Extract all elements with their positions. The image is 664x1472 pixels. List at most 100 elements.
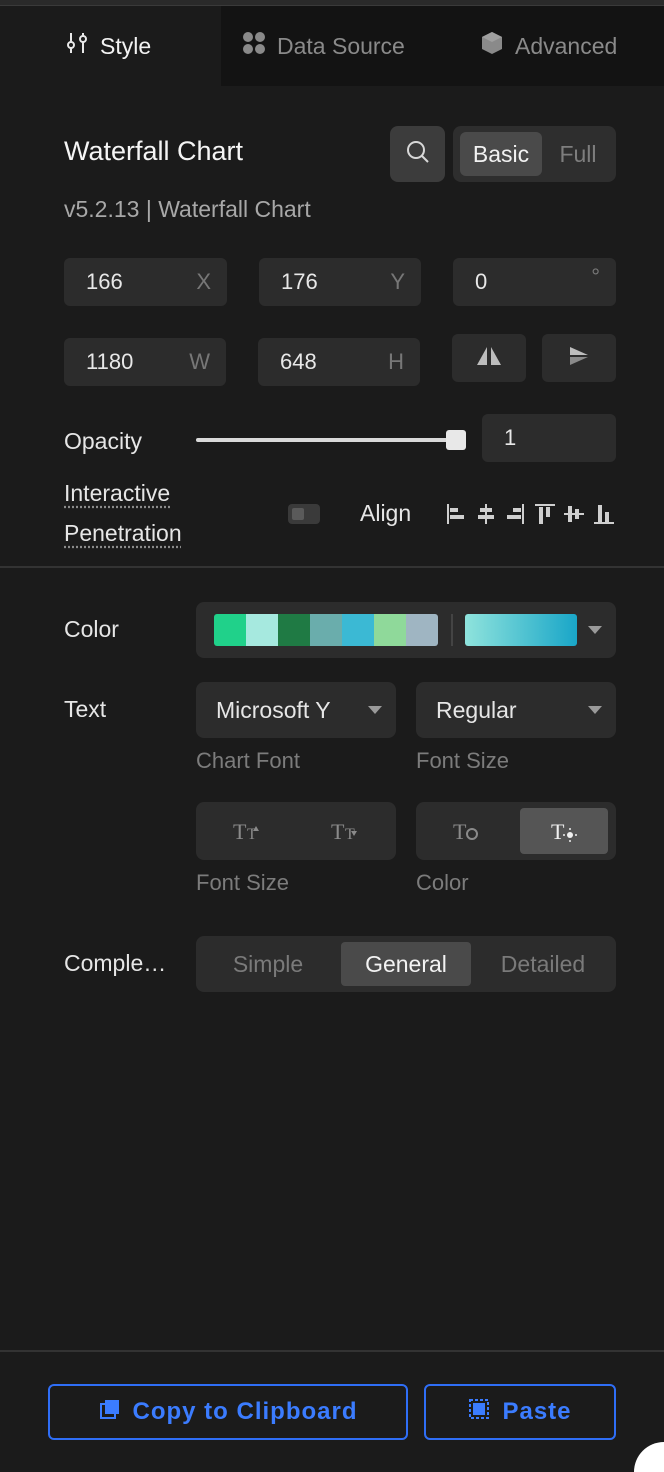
- font-weight-caption: Font Size: [416, 748, 509, 773]
- tab-data-source[interactable]: Data Source: [221, 6, 443, 86]
- flip-horizontal-icon: [476, 345, 502, 372]
- font-family-value: Microsoft Y: [216, 697, 331, 723]
- align-group: [446, 502, 614, 526]
- tab-label: Style: [100, 32, 152, 59]
- font-weight-select[interactable]: Regular: [416, 682, 616, 738]
- palette-swatch: [406, 614, 438, 646]
- svg-text:T: T: [233, 819, 247, 844]
- mode-toggle: Basic Full: [453, 126, 616, 182]
- palette-swatch: [374, 614, 406, 646]
- font-size-caption: Font Size: [196, 870, 289, 895]
- sliders-icon: [64, 30, 90, 62]
- paste-icon: [468, 1398, 490, 1427]
- rotation-value: 0: [475, 269, 488, 294]
- height-value: 648: [280, 349, 317, 374]
- font-weight-value: Regular: [436, 697, 517, 723]
- text-color-theme-button[interactable]: T: [520, 808, 608, 854]
- y-value: 176: [281, 269, 318, 294]
- color-label: Color: [64, 616, 119, 642]
- floating-help-button[interactable]: [634, 1442, 664, 1472]
- component-version: v5.2.13 | Waterfall Chart: [64, 196, 311, 222]
- align-center-vertical-icon[interactable]: [564, 502, 585, 526]
- font-size-decrease-icon[interactable]: TT: [330, 818, 358, 849]
- x-value: 166: [86, 269, 123, 294]
- chevron-down-icon: [368, 706, 382, 714]
- copy-icon: [99, 1398, 121, 1427]
- complexity-simple-button[interactable]: Simple: [202, 942, 334, 986]
- complexity-label: Comple…: [64, 950, 167, 976]
- paste-button[interactable]: Paste: [424, 1384, 616, 1440]
- section-divider: [0, 566, 664, 568]
- flip-vertical-button[interactable]: [542, 334, 616, 382]
- gradient-swatch: [465, 614, 577, 646]
- search-icon: [405, 139, 431, 170]
- opacity-slider-handle[interactable]: [446, 430, 466, 450]
- interactive-label: Interactive: [64, 480, 171, 506]
- mode-basic-button[interactable]: Basic: [460, 132, 542, 176]
- align-bottom-icon[interactable]: [593, 502, 614, 526]
- toggle-knob: [292, 508, 304, 520]
- svg-text:T: T: [453, 819, 467, 844]
- mode-full-button[interactable]: Full: [545, 132, 611, 176]
- font-color-group: T T: [416, 802, 616, 860]
- width-value: 1180: [86, 349, 134, 374]
- flip-horizontal-button[interactable]: [452, 334, 526, 382]
- chevron-down-icon: [588, 706, 602, 714]
- opacity-label: Opacity: [64, 428, 142, 454]
- palette-swatch: [278, 614, 310, 646]
- opacity-slider-track[interactable]: [196, 438, 458, 442]
- align-top-icon[interactable]: [534, 502, 555, 526]
- opacity-input[interactable]: 1: [482, 414, 616, 462]
- width-field[interactable]: 1180 W: [64, 338, 226, 386]
- palette-swatch: [342, 614, 374, 646]
- tab-label: Advanced: [515, 32, 618, 59]
- opacity-value: 1: [504, 425, 517, 450]
- palette-swatch: [310, 614, 342, 646]
- color-scheme-select[interactable]: [196, 602, 616, 658]
- dots-grid-icon: [241, 30, 267, 62]
- search-button[interactable]: [390, 126, 445, 182]
- rotation-unit: °: [591, 264, 600, 289]
- complexity-detailed-button[interactable]: Detailed: [476, 942, 610, 986]
- height-field[interactable]: 648 H: [258, 338, 420, 386]
- palette-swatch: [214, 614, 246, 646]
- penetration-label: Penetration: [64, 520, 182, 546]
- flip-vertical-icon: [568, 345, 590, 372]
- copy-button-label: Copy to Clipboard: [132, 1398, 358, 1425]
- width-unit: W: [189, 349, 210, 374]
- tab-style[interactable]: Style: [0, 6, 221, 86]
- align-label: Align: [360, 500, 412, 526]
- align-right-icon[interactable]: [505, 502, 525, 526]
- rotation-field[interactable]: 0 °: [453, 258, 616, 306]
- y-unit: Y: [390, 269, 405, 294]
- complexity-segmented: Simple General Detailed: [196, 936, 616, 992]
- x-unit: X: [196, 269, 211, 294]
- interactive-toggle[interactable]: [288, 504, 320, 524]
- align-center-horizontal-icon[interactable]: [476, 502, 496, 526]
- font-family-select[interactable]: Microsoft Y: [196, 682, 396, 738]
- complexity-general-button[interactable]: General: [341, 942, 471, 986]
- height-unit: H: [388, 349, 404, 374]
- chevron-down-icon: [588, 626, 602, 634]
- tab-label: Data Source: [277, 32, 405, 59]
- svg-text:T: T: [331, 819, 345, 844]
- chart-font-caption: Chart Font: [196, 748, 300, 773]
- text-color-icon[interactable]: T: [452, 818, 480, 849]
- component-title: Waterfall Chart: [64, 136, 244, 166]
- tab-advanced[interactable]: Advanced: [443, 6, 664, 86]
- copy-to-clipboard-button[interactable]: Copy to Clipboard: [48, 1384, 408, 1440]
- text-color-theme-icon: T: [550, 818, 578, 849]
- x-field[interactable]: 166 X: [64, 258, 227, 306]
- footer-divider: [0, 1350, 664, 1352]
- y-field[interactable]: 176 Y: [259, 258, 421, 306]
- cube-icon: [479, 30, 505, 62]
- align-left-icon[interactable]: [446, 502, 466, 526]
- font-size-increase-icon[interactable]: TT: [232, 818, 260, 849]
- text-label: Text: [64, 696, 107, 722]
- svg-text:T: T: [551, 819, 565, 844]
- swatch-divider: [451, 614, 453, 646]
- paste-button-label: Paste: [502, 1398, 572, 1425]
- font-color-caption: Color: [416, 870, 469, 895]
- color-palette-swatches: [214, 614, 438, 646]
- palette-swatch: [246, 614, 278, 646]
